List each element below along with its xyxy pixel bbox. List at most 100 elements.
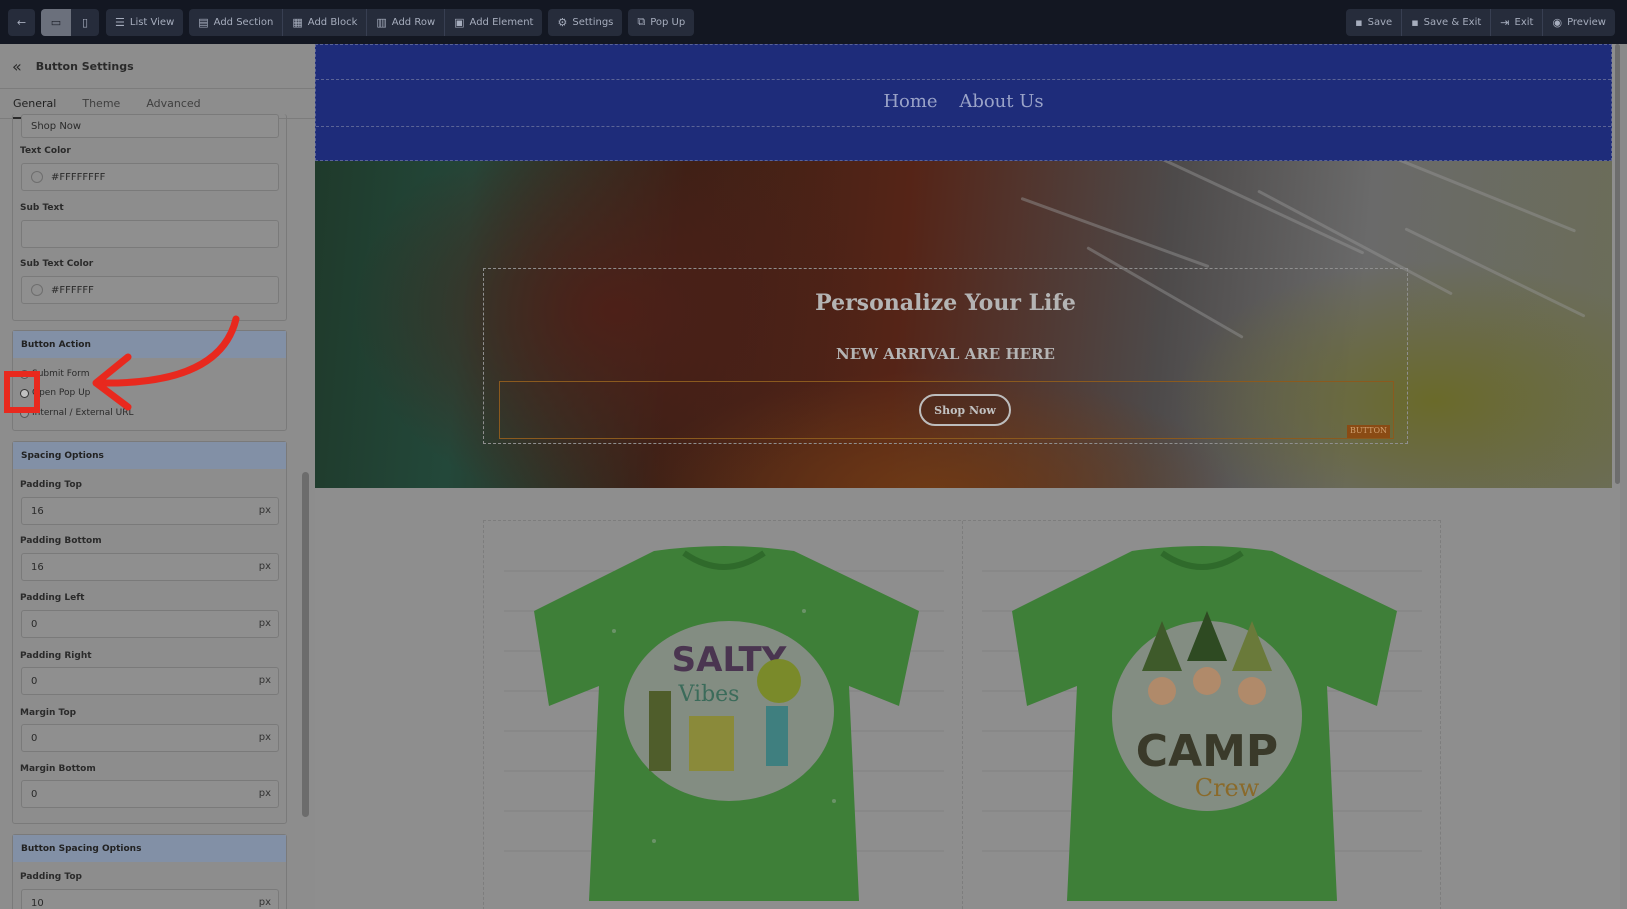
panel-scrollbar[interactable] xyxy=(302,472,309,817)
unit-label: px xyxy=(258,505,271,516)
panel-title: Button Settings xyxy=(35,59,134,73)
margin-bottom-value: 0 xyxy=(31,788,38,800)
add-row-label: Add Row xyxy=(391,16,436,28)
save-exit-label: Save & Exit xyxy=(1423,17,1482,28)
shop-now-button[interactable]: Shop Now xyxy=(919,394,1011,426)
button-padding-top-value: 10 xyxy=(31,897,44,909)
sub-text-input[interactable] xyxy=(21,220,279,248)
element-type-tag: BUTTON xyxy=(1347,425,1390,438)
padding-bottom-input[interactable]: 16 px xyxy=(21,553,279,581)
desktop-view-button[interactable]: ▭ xyxy=(41,8,71,36)
padding-top-value: 16 xyxy=(31,505,44,517)
save-label: Save xyxy=(1367,17,1393,28)
back-button[interactable]: ← xyxy=(8,8,35,36)
preview-button[interactable]: ◉ Preview xyxy=(1543,9,1615,36)
hero-subtitle[interactable]: NEW ARRIVAL ARE HERE xyxy=(484,345,1407,363)
add-element-button[interactable]: ▣ Add Element xyxy=(445,9,542,36)
tshirt-image: CAMP Crew xyxy=(982,546,1422,901)
exit-button[interactable]: ⇥ Exit xyxy=(1491,9,1542,36)
device-toggle: ▭ ▯ xyxy=(41,8,99,36)
list-icon: ☰ xyxy=(115,15,125,29)
save-button[interactable]: ▪ Save xyxy=(1346,9,1401,36)
preview-label: Preview xyxy=(1567,17,1606,28)
padding-left-label: Padding Left xyxy=(20,593,85,603)
button-padding-top-input[interactable]: 10 px xyxy=(21,889,279,909)
padding-top-input[interactable]: 16 px xyxy=(21,497,279,525)
eye-icon: ◉ xyxy=(1552,16,1563,29)
unit-label: px xyxy=(258,732,271,743)
mobile-icon: ▯ xyxy=(81,15,89,29)
svg-text:Vibes: Vibes xyxy=(678,682,740,707)
list-view-button[interactable]: ☰ List View xyxy=(106,8,184,36)
padding-top-label: Padding Top xyxy=(20,480,82,490)
save-exit-button[interactable]: ▪ Save & Exit xyxy=(1402,9,1490,36)
top-toolbar: ← ▭ ▯ ☰ List View ▤ Add Section ▦ Add Bl… xyxy=(0,0,1627,44)
text-color-label: Text Color xyxy=(20,146,71,156)
padding-left-input[interactable]: 0 px xyxy=(21,610,279,638)
nav-section[interactable]: Home About Us xyxy=(315,44,1612,161)
exit-label: Exit xyxy=(1514,17,1534,28)
unit-label: px xyxy=(258,561,271,572)
canvas-scrollbar[interactable] xyxy=(1615,44,1620,484)
save-group: ▪ Save ▪ Save & Exit ⇥ Exit ◉ Preview xyxy=(1346,9,1615,36)
mobile-view-button[interactable]: ▯ xyxy=(71,9,99,36)
save-exit-icon: ▪ xyxy=(1411,16,1419,29)
add-block-label: Add Block xyxy=(307,16,358,28)
margin-top-label: Margin Top xyxy=(20,708,77,718)
button-text-input[interactable]: Shop Now xyxy=(21,114,279,138)
nav-links: Home About Us xyxy=(316,91,1611,112)
add-row-button[interactable]: ▥ Add Row xyxy=(367,9,444,36)
padding-bottom-label: Padding Bottom xyxy=(20,536,102,546)
margin-bottom-input[interactable]: 0 px xyxy=(21,780,279,808)
pop-up-button[interactable]: ⧉ Pop Up xyxy=(628,8,695,36)
tshirt-image: SALTY Vibes xyxy=(504,546,944,901)
row-icon: ▥ xyxy=(376,15,387,29)
add-block-button[interactable]: ▦ Add Block xyxy=(283,9,366,36)
hero-title[interactable]: Personalize Your Life xyxy=(484,290,1407,316)
settings-button[interactable]: ⚙ Settings xyxy=(548,8,623,36)
products-row[interactable]: SALTY Vibes CAMP Crew xyxy=(483,520,1441,909)
product-image-salty-vibes[interactable]: SALTY Vibes xyxy=(504,541,944,901)
arrow-left-icon: ← xyxy=(16,15,27,29)
padding-right-label: Padding Right xyxy=(20,651,92,661)
list-view-label: List View xyxy=(129,16,175,28)
text-color-input[interactable]: #FFFFFFFF xyxy=(21,163,279,191)
add-element-label: Add Element xyxy=(469,16,534,28)
button-spacing-header: Button Spacing Options xyxy=(13,835,286,862)
settings-panel: « Button Settings General Theme Advanced… xyxy=(0,44,315,909)
unit-label: px xyxy=(258,897,271,908)
collapse-panel-icon[interactable]: « xyxy=(12,57,22,76)
padding-right-input[interactable]: 0 px xyxy=(21,667,279,695)
sub-text-color-input[interactable]: #FFFFFF xyxy=(21,276,279,304)
block-icon: ▦ xyxy=(292,15,303,29)
nav-link-home[interactable]: Home xyxy=(883,91,937,112)
text-color-value: #FFFFFFFF xyxy=(51,171,106,183)
gear-icon: ⚙ xyxy=(557,15,568,29)
external-window-icon: ⧉ xyxy=(637,15,646,28)
svg-text:Crew: Crew xyxy=(1195,774,1260,802)
desktop-icon: ▭ xyxy=(50,15,62,29)
annotation-arrow-icon xyxy=(92,315,240,411)
padding-bottom-value: 16 xyxy=(31,561,44,573)
hero-content-box[interactable]: Personalize Your Life NEW ARRIVAL ARE HE… xyxy=(483,268,1408,444)
sub-text-color-label: Sub Text Color xyxy=(20,259,94,269)
svg-text:CAMP: CAMP xyxy=(1136,726,1278,777)
nav-link-about-us[interactable]: About Us xyxy=(959,91,1043,112)
button-element-wrapper[interactable]: Shop Now BUTTON xyxy=(499,381,1394,439)
padding-left-value: 0 xyxy=(31,618,38,630)
hero-section[interactable]: Personalize Your Life NEW ARRIVAL ARE HE… xyxy=(315,161,1612,488)
margin-bottom-label: Margin Bottom xyxy=(20,764,96,774)
panel-header: « Button Settings xyxy=(0,44,315,89)
exit-icon: ⇥ xyxy=(1500,16,1510,29)
section-icon: ▤ xyxy=(198,15,209,29)
product-image-camp-crew[interactable]: CAMP Crew xyxy=(982,541,1422,901)
color-swatch-icon[interactable] xyxy=(31,171,43,183)
add-section-button[interactable]: ▤ Add Section xyxy=(189,9,282,36)
color-swatch-icon[interactable] xyxy=(31,284,43,296)
annotation-highlight-box xyxy=(4,371,40,413)
add-group: ▤ Add Section ▦ Add Block ▥ Add Row ▣ Ad… xyxy=(189,8,543,36)
margin-top-value: 0 xyxy=(31,732,38,744)
margin-top-input[interactable]: 0 px xyxy=(21,724,279,752)
padding-right-value: 0 xyxy=(31,675,38,687)
add-section-label: Add Section xyxy=(213,16,274,28)
